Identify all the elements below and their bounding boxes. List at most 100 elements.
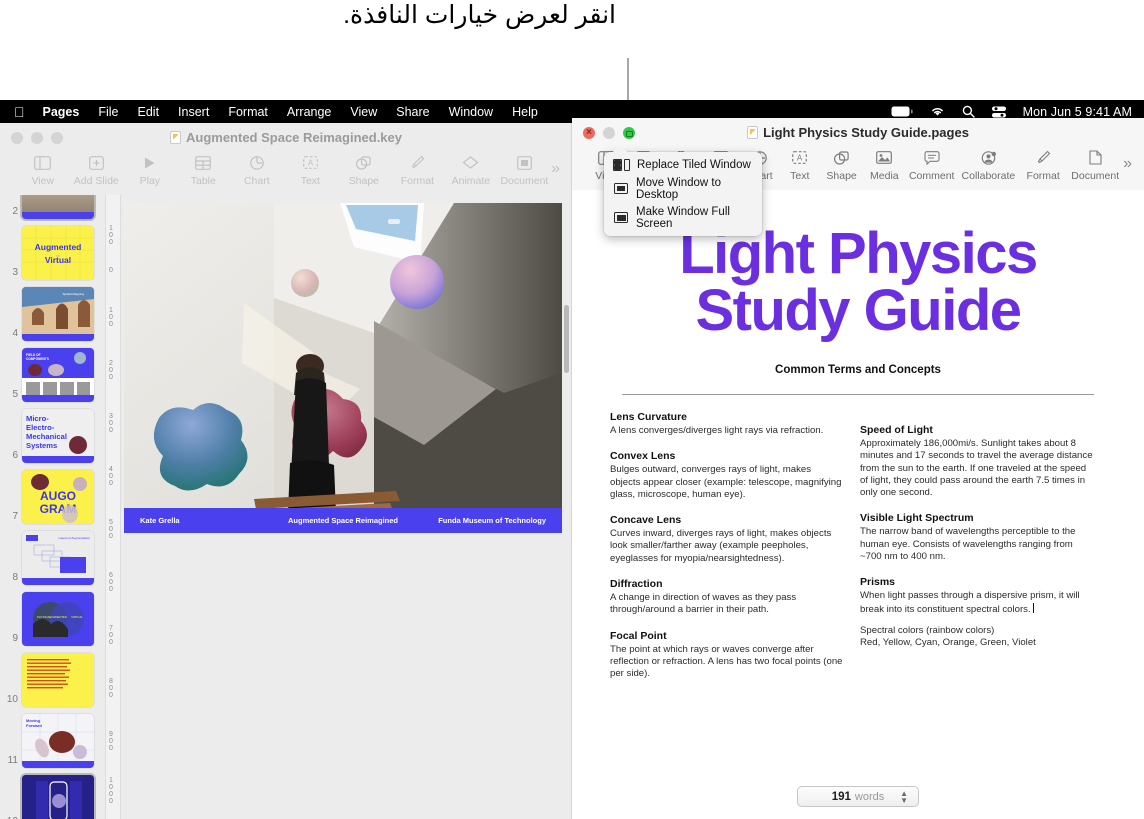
slide-footer-center: Augmented Space Reimagined: [124, 516, 562, 525]
slide-thumbnail[interactable]: Layers of Augmentation: [22, 531, 94, 585]
term-definition: The narrow band of wavelengths perceptib…: [860, 526, 1094, 563]
slide-thumbnail[interactable]: Micro- Electro- Mechanical Systems: [22, 409, 94, 463]
slide-number: 7: [2, 511, 18, 524]
popup-item-replace-tiled-window[interactable]: Replace Tiled Window: [604, 156, 762, 174]
ruler-label: 100: [109, 225, 120, 246]
trailing-note-line1: Spectral colors (rainbow colors): [860, 625, 1094, 637]
svg-text:A: A: [308, 159, 314, 168]
popup-item-move-window-to-desktop[interactable]: Move Window to Desktop: [604, 174, 762, 203]
toolbar-button-play[interactable]: Play: [123, 152, 177, 187]
keynote-title-text: Augmented Space Reimagined.key: [186, 130, 402, 145]
slide-thumbnail[interactable]: Moving Forward: [22, 714, 94, 768]
slide-thumbnail[interactable]: Spatial Mapping: [22, 287, 94, 341]
slide-thumbnail[interactable]: FIELD OF COMPONENTS: [22, 348, 94, 402]
toolbar-button-media[interactable]: Media: [863, 147, 906, 182]
slide-number: 6: [2, 450, 18, 463]
wifi-icon[interactable]: [930, 106, 945, 117]
toolbar-button-view[interactable]: View: [16, 152, 70, 187]
slide-number: 4: [2, 328, 18, 341]
slide-navigator-item[interactable]: 7 AUGO GRAM: [0, 470, 105, 524]
toolbar-label-animate: Animate: [452, 175, 491, 187]
window-options-popup-menu[interactable]: Replace Tiled Window Move Window to Desk…: [604, 152, 762, 236]
toolbar-button-text[interactable]: A Text: [779, 147, 820, 182]
document-icon: [1089, 148, 1102, 167]
toolbar-overflow-button[interactable]: »: [551, 152, 560, 178]
keynote-toolbar[interactable]: View Add Slide Play Table Chart A Text: [0, 152, 572, 195]
menu-item-format[interactable]: Format: [228, 105, 268, 119]
menu-item-pages[interactable]: Pages: [43, 105, 80, 119]
slide-thumbnail[interactable]: AUGO GRAM: [22, 470, 94, 524]
popup-item-label: Make Window Full Screen: [636, 206, 752, 230]
toolbar-button-table[interactable]: Table: [177, 152, 231, 187]
ruler-label: 800: [109, 678, 120, 699]
toolbar-overflow-button[interactable]: »: [1123, 147, 1132, 173]
slide-navigator-item[interactable]: 4 Spatial Mapping: [0, 287, 105, 341]
toolbar-label-play: Play: [140, 175, 160, 187]
slide-thumbnail[interactable]: [22, 195, 94, 219]
slide-navigator-item[interactable]: 12: [0, 775, 105, 819]
slide-navigator-item[interactable]: 6 Micro- Electro- Mechanical Systems: [0, 409, 105, 463]
slide-number: 5: [2, 389, 18, 402]
menu-item-insert[interactable]: Insert: [178, 105, 209, 119]
toolbar-label-text: Text: [790, 170, 809, 182]
slide-navigator-item[interactable]: 10: [0, 653, 105, 707]
toolbar-button-format[interactable]: Format: [391, 152, 445, 187]
control-center-icon[interactable]: [992, 106, 1006, 118]
current-slide[interactable]: Kate Grella Augmented Space Reimagined F…: [124, 203, 562, 533]
slide-navigator[interactable]: 2 3 Augmented Virtual: [0, 195, 105, 819]
menu-item-help[interactable]: Help: [512, 105, 538, 119]
menu-item-window[interactable]: Window: [449, 105, 493, 119]
word-count-badge[interactable]: 191 words ▲▼: [797, 786, 919, 807]
popup-item-make-window-full-screen[interactable]: Make Window Full Screen: [604, 203, 762, 232]
menu-item-view[interactable]: View: [350, 105, 377, 119]
toolbar-label-format: Format: [401, 175, 434, 187]
slide-thumbnail[interactable]: PHYSICAL AUGMENTED VIRTUAL: [22, 592, 94, 646]
term-definition: A lens converges/diverges light rays via…: [610, 425, 844, 437]
comment-icon: [924, 148, 940, 167]
paintbrush-icon: [1036, 148, 1051, 167]
menu-bar-clock[interactable]: Mon Jun 5 9:41 AM: [1023, 105, 1132, 119]
slide-canvas[interactable]: Kate Grella Augmented Space Reimagined F…: [121, 195, 572, 819]
keynote-document-icon: [170, 131, 181, 144]
document-subtitle: Common Terms and Concepts: [586, 364, 1130, 376]
toolbar-button-shape[interactable]: Shape: [337, 152, 391, 187]
word-count-stepper-icon[interactable]: ▲▼: [900, 790, 908, 804]
toolbar-button-chart[interactable]: Chart: [230, 152, 284, 187]
slide-thumbnail[interactable]: Augmented Virtual vs: [22, 226, 94, 280]
toolbar-button-shape[interactable]: Shape: [820, 147, 863, 182]
menu-item-file[interactable]: File: [98, 105, 118, 119]
pages-title-text: Light Physics Study Guide.pages: [763, 125, 969, 140]
toolbar-button-text[interactable]: A Text: [284, 152, 338, 187]
menu-item-arrange[interactable]: Arrange: [287, 105, 331, 119]
toolbar-button-document[interactable]: Document: [1067, 147, 1123, 182]
toolbar-button-animate[interactable]: Animate: [444, 152, 498, 187]
slide-thumbnail[interactable]: [22, 653, 94, 707]
toolbar-label-media: Media: [870, 170, 899, 182]
plus-box-icon: [89, 153, 104, 172]
slide-navigator-item[interactable]: 3 Augmented Virtual vs: [0, 226, 105, 280]
search-icon[interactable]: [962, 105, 975, 118]
toolbar-button-comment[interactable]: Comment: [906, 147, 958, 182]
slide-navigator-item[interactable]: 5 FIELD OF COMPONENTS: [0, 348, 105, 402]
toolbar-button-format[interactable]: Format: [1019, 147, 1067, 182]
apple-logo-icon[interactable]: : [14, 105, 25, 119]
slide-number: 9: [2, 633, 18, 646]
toolbar-button-collaborate[interactable]: Collaborate: [958, 147, 1019, 182]
menu-item-edit[interactable]: Edit: [138, 105, 160, 119]
slide-navigator-item[interactable]: 2: [0, 195, 105, 219]
canvas-vertical-scrollbar[interactable]: [564, 305, 569, 373]
keynote-window[interactable]: Augmented Space Reimagined.key View Add …: [0, 123, 572, 819]
pages-document-page[interactable]: Light Physics Study Guide Common Terms a…: [586, 203, 1130, 819]
menu-item-share[interactable]: Share: [396, 105, 429, 119]
chart-icon: [250, 153, 264, 172]
slide-navigator-item[interactable]: 11 Moving Forward: [0, 714, 105, 768]
word-count-number: 191: [832, 791, 851, 803]
slide-navigator-item[interactable]: 9 PHYSICAL AUGMENTED VIRTUAL: [0, 592, 105, 646]
toolbar-button-add-slide[interactable]: Add Slide: [70, 152, 124, 187]
slide-thumbnail[interactable]: [22, 775, 94, 819]
svg-text:COMPONENTS: COMPONENTS: [26, 357, 49, 361]
battery-icon[interactable]: [891, 106, 913, 117]
toolbar-button-document[interactable]: Document: [498, 152, 552, 187]
slide-navigator-item[interactable]: 8 Layers of Augmentation: [0, 531, 105, 585]
toolbar-label-collaborate: Collaborate: [962, 170, 1016, 182]
